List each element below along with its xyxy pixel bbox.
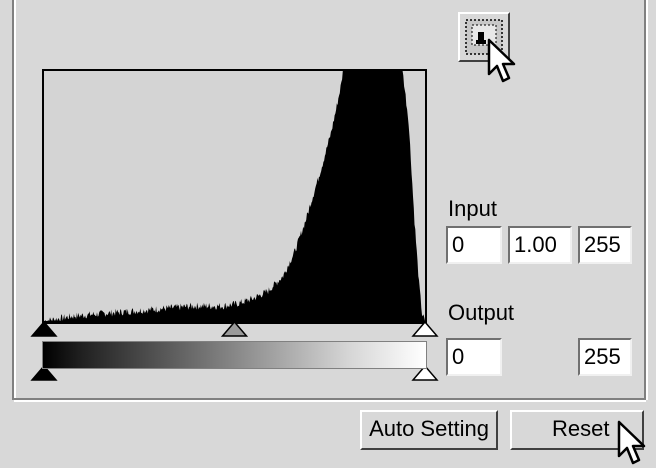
input-black-field[interactable] [446, 226, 502, 264]
input-white-point-marker[interactable] [411, 320, 439, 337]
input-label: Input [448, 196, 497, 221]
input-white-field[interactable] [578, 226, 632, 264]
input-black-point-marker[interactable] [30, 320, 58, 337]
output-black-field[interactable] [446, 338, 502, 376]
output-gradient-bar [42, 341, 427, 369]
arrow-cursor-icon [617, 420, 646, 465]
input-gamma-marker[interactable] [220, 320, 249, 337]
input-gamma-field[interactable] [508, 226, 572, 264]
auto-setting-button[interactable]: Auto Setting [360, 410, 498, 450]
output-white-field[interactable] [578, 338, 632, 376]
tone-curve-panel: Input Output Auto Setting Reset [0, 0, 656, 468]
output-label: Output [448, 300, 515, 325]
